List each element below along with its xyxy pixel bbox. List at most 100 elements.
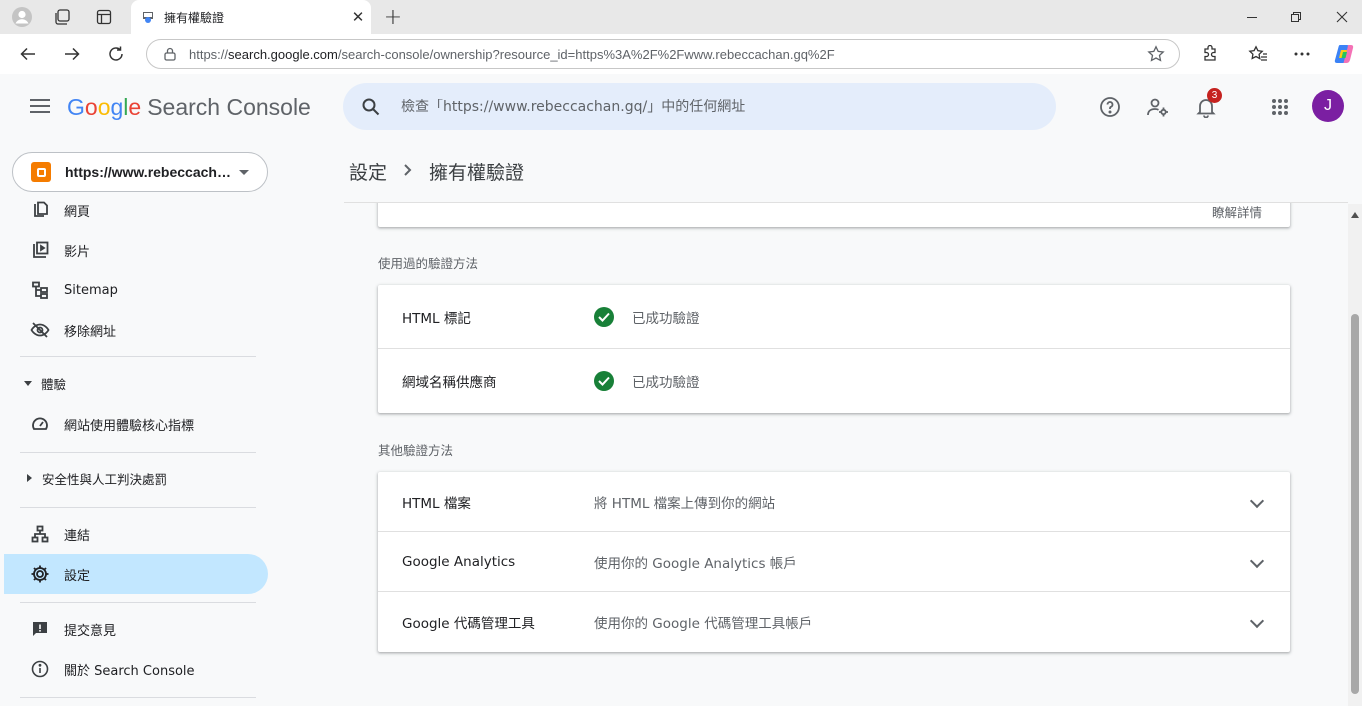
- sidebar-divider: [20, 356, 256, 357]
- copilot-icon[interactable]: [1330, 40, 1358, 68]
- feedback-icon: [30, 619, 50, 639]
- links-icon: [30, 524, 50, 544]
- sidebar-item-pages[interactable]: 網頁: [4, 190, 268, 230]
- sidebar-divider: [20, 602, 256, 603]
- url-text[interactable]: https://search.google.com/search-console…: [189, 47, 835, 62]
- vertical-tabs-icon[interactable]: [91, 5, 117, 29]
- search-console-favicon-icon: [143, 12, 153, 23]
- info-icon: [30, 659, 50, 679]
- site-info-icon[interactable]: [163, 46, 177, 62]
- restore-icon[interactable]: [1274, 4, 1318, 30]
- used-methods-heading: 使用過的驗證方法: [378, 256, 479, 271]
- method-expand-row[interactable]: Google 代碼管理工具 使用你的 Google 代碼管理工具帳戶: [378, 592, 1290, 652]
- verification-status: 已成功驗證: [632, 310, 700, 327]
- sidebar: https://www.rebeccachan.gq/ 網頁 影片 Sitema…: [0, 140, 280, 706]
- chevron-right-icon: [403, 162, 413, 182]
- reload-icon[interactable]: [102, 40, 130, 68]
- sidebar-divider: [20, 697, 256, 698]
- gear-icon: [30, 564, 50, 584]
- scroll-up-arrow-icon[interactable]: [1351, 212, 1359, 218]
- profile-icon[interactable]: [9, 5, 35, 29]
- verified-check-icon: [594, 306, 614, 327]
- gauge-icon: [30, 414, 50, 434]
- sidebar-divider: [20, 507, 256, 508]
- collapse-caret-icon: [27, 474, 32, 482]
- forward-arrow-icon[interactable]: [58, 40, 86, 68]
- favorites-icon[interactable]: [1244, 40, 1272, 68]
- method-expand-row[interactable]: Google Analytics 使用你的 Google Analytics 帳…: [378, 532, 1290, 592]
- expand-caret-icon: [24, 380, 32, 386]
- other-methods-heading: 其他驗證方法: [378, 443, 454, 458]
- dropdown-caret-icon: [239, 169, 249, 175]
- help-icon[interactable]: [1097, 94, 1123, 120]
- ownership-details-card: 瞭解詳情: [378, 203, 1290, 227]
- tab-close-icon[interactable]: ✕: [345, 5, 371, 29]
- main-menu-icon[interactable]: [28, 95, 52, 119]
- search-icon: [362, 98, 380, 115]
- sidebar-item-core-web-vitals[interactable]: 網站使用體驗核心指標: [4, 404, 268, 444]
- method-title: HTML 標記: [402, 310, 471, 327]
- breadcrumb-settings-link[interactable]: 設定: [349, 158, 387, 185]
- page-title: 擁有權驗證: [429, 162, 525, 184]
- sidebar-item-feedback[interactable]: 提交意見: [4, 609, 268, 649]
- address-bar[interactable]: https://search.google.com/search-console…: [146, 39, 1180, 69]
- method-title: Google Analytics: [402, 553, 516, 570]
- verification-status: 已成功驗證: [632, 375, 700, 391]
- minimize-icon[interactable]: [1230, 4, 1274, 30]
- search-input[interactable]: [401, 98, 1001, 115]
- scrollbar-thumb[interactable]: [1351, 314, 1359, 694]
- browser-tabstrip: 擁有權驗證 ✕ +: [0, 0, 1362, 34]
- main-content: 瞭解詳情 使用過的驗證方法 HTML 標記 已成功驗證 網域名稱供應商 已成功驗…: [344, 202, 1348, 706]
- sidebar-item-about[interactable]: 關於 Search Console: [4, 649, 268, 689]
- account-avatar[interactable]: J: [1312, 90, 1344, 122]
- sidebar-item-sitemap[interactable]: Sitemap: [4, 270, 268, 310]
- url-inspection-search[interactable]: [343, 83, 1056, 130]
- back-arrow-icon[interactable]: [14, 40, 42, 68]
- app-header: GoogleSearch Console 3 J: [0, 74, 1362, 140]
- method-expand-row[interactable]: HTML 檔案 將 HTML 檔案上傳到你的網站: [378, 472, 1290, 532]
- method-description: 使用你的 Google Analytics 帳戶: [594, 555, 797, 572]
- expand-chevron-icon[interactable]: [1249, 613, 1265, 629]
- workspaces-icon[interactable]: [49, 5, 75, 29]
- notifications-bell-icon[interactable]: 3: [1193, 88, 1222, 120]
- removals-icon: [30, 320, 50, 340]
- learn-more-link[interactable]: 瞭解詳情: [1212, 203, 1262, 221]
- new-tab-button[interactable]: +: [380, 4, 406, 30]
- browser-toolbar: https://search.google.com/search-console…: [0, 34, 1362, 74]
- notification-count-badge: 3: [1207, 88, 1222, 103]
- search-console-app: GoogleSearch Console 3 J https://www.reb…: [0, 74, 1362, 706]
- sidebar-item-removals[interactable]: 移除網址: [4, 310, 268, 350]
- method-title: 網域名稱供應商: [402, 375, 497, 391]
- method-title: Google 代碼管理工具: [402, 616, 535, 632]
- active-tab[interactable]: 擁有權驗證 ✕: [131, 0, 371, 34]
- method-title: HTML 檔案: [402, 495, 471, 512]
- favorite-star-icon[interactable]: [1147, 45, 1165, 67]
- video-icon: [30, 240, 50, 260]
- method-description: 將 HTML 檔案上傳到你的網站: [594, 495, 776, 512]
- tab-title: 擁有權驗證: [164, 10, 225, 25]
- method-row: 網域名稱供應商 已成功驗證: [378, 349, 1290, 413]
- extensions-icon[interactable]: [1196, 40, 1224, 68]
- close-window-icon[interactable]: [1320, 4, 1362, 30]
- verified-check-icon: [594, 371, 614, 391]
- search-console-logo[interactable]: Google Search Console: [67, 94, 311, 121]
- sidebar-item-videos[interactable]: 影片: [4, 230, 268, 270]
- property-url: https://www.rebeccachan.gq/: [65, 164, 231, 180]
- sidebar-divider: [20, 452, 256, 453]
- sidebar-item-links[interactable]: 連結: [4, 514, 268, 554]
- method-row: HTML 標記 已成功驗證: [378, 285, 1290, 349]
- more-menu-icon[interactable]: [1288, 40, 1316, 68]
- page-scrollbar[interactable]: [1348, 204, 1362, 706]
- section-security[interactable]: 安全性與人工判決處罰: [24, 463, 167, 493]
- pages-icon: [30, 200, 50, 220]
- expand-chevron-icon[interactable]: [1249, 493, 1265, 508]
- property-selector[interactable]: https://www.rebeccachan.gq/: [12, 152, 268, 192]
- expand-chevron-icon[interactable]: [1249, 553, 1265, 568]
- manage-users-icon[interactable]: [1145, 94, 1171, 120]
- used-methods-card: HTML 標記 已成功驗證 網域名稱供應商 已成功驗證: [378, 285, 1290, 413]
- section-experience[interactable]: 體驗: [24, 368, 66, 398]
- sidebar-item-settings[interactable]: 設定: [4, 554, 268, 594]
- breadcrumb: 設定 擁有權驗證: [349, 158, 524, 185]
- apps-grid-icon[interactable]: [1267, 94, 1293, 120]
- other-methods-card: HTML 檔案 將 HTML 檔案上傳到你的網站 Google Analytic…: [378, 472, 1290, 652]
